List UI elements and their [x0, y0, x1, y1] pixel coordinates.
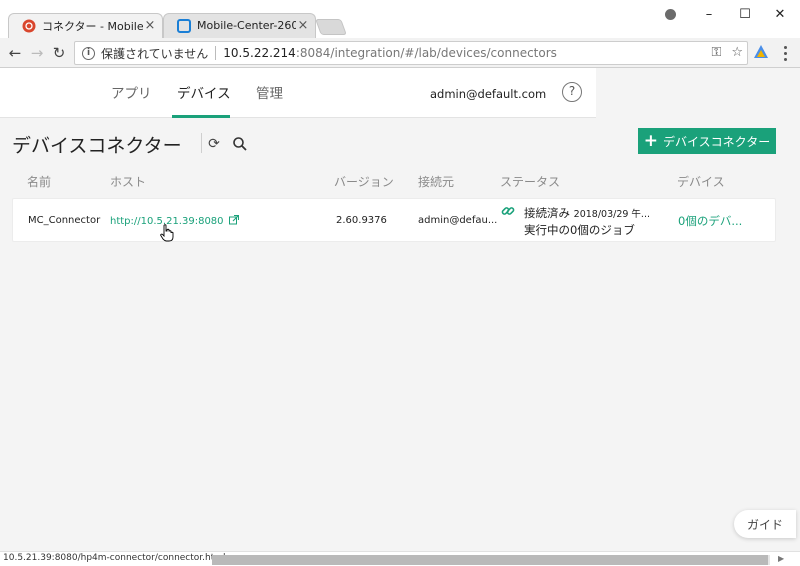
close-icon[interactable]: × — [143, 18, 157, 33]
link-chain-icon — [501, 207, 515, 215]
guide-button[interactable]: ガイド — [734, 510, 796, 538]
browser-toolbar: ← → ↻ i 保護されていません 10.5.22.214 :8084/inte… — [0, 38, 800, 68]
tab-apps[interactable]: アプリ — [111, 82, 152, 102]
key-icon[interactable]: ⚿ — [711, 45, 721, 60]
extension-triangle-icon[interactable] — [753, 44, 769, 60]
profile-button[interactable] — [655, 4, 685, 24]
tab-title: Mobile-Center-260 | App — [197, 19, 296, 32]
browser-tab-mobile-center[interactable]: コネクター - Mobile Center × — [8, 13, 163, 38]
star-icon[interactable]: ☆ — [731, 45, 743, 60]
help-icon[interactable]: ? — [562, 82, 582, 102]
add-device-connector-button[interactable]: + デバイスコネクター — [638, 128, 776, 154]
url-path[interactable]: :8084/integration/#/lab/devices/connecto… — [296, 46, 557, 60]
tab-title: コネクター - Mobile Center — [42, 19, 143, 33]
connector-version: 2.60.9376 — [336, 215, 387, 226]
browser-tab-strip: コネクター - Mobile Center × Mobile-Center-26… — [0, 0, 800, 38]
back-arrow-icon[interactable]: ← — [6, 44, 24, 62]
add-button-label: デバイスコネクター — [663, 134, 771, 149]
browser-status-bar: 10.5.21.39:8080/hp4m-connector/connector… — [0, 551, 800, 566]
connector-name: MC_Connector — [28, 215, 101, 226]
title-divider — [201, 133, 202, 153]
column-header-version[interactable]: バージョン — [334, 173, 394, 190]
search-icon[interactable] — [232, 136, 248, 152]
column-header-name[interactable]: 名前 — [27, 173, 51, 190]
status-label: 接続済み — [524, 206, 570, 220]
devices-link[interactable]: 0個のデバ... — [678, 213, 742, 229]
column-header-devices[interactable]: デバイス — [677, 173, 725, 190]
app-viewport: アプリ デバイス 管理 admin@default.com ? デバイスコネクタ… — [0, 68, 800, 551]
column-header-connected-from[interactable]: 接続元 — [418, 173, 454, 190]
profile-icon — [664, 8, 676, 20]
tab-devices[interactable]: デバイス — [177, 82, 231, 102]
new-tab-button[interactable] — [315, 19, 347, 35]
horizontal-scrollbar-thumb[interactable] — [212, 555, 768, 565]
column-header-host[interactable]: ホスト — [110, 173, 146, 190]
url-host[interactable]: 10.5.22.214 — [223, 46, 296, 60]
table-row[interactable]: MC_Connector http://10.5.21.39:8080 2.60… — [12, 198, 776, 242]
plus-icon: + — [643, 131, 659, 151]
status-connected: 接続済み 2018/03/29 午... — [524, 205, 650, 221]
browser-menu-icon[interactable] — [779, 44, 791, 62]
minimize-button[interactable]: – — [694, 4, 724, 24]
user-menu[interactable]: admin@default.com — [430, 87, 546, 101]
omnibox-divider — [215, 46, 217, 60]
app-square-icon — [177, 18, 191, 33]
connector-host-link[interactable]: http://10.5.21.39:8080 — [110, 214, 239, 227]
window-close-button[interactable]: ✕ — [765, 4, 795, 24]
status-jobs: 実行中の0個のジョブ — [524, 223, 635, 237]
refresh-icon[interactable]: ⟳ — [206, 136, 222, 152]
maximize-button[interactable]: ☐ — [730, 4, 760, 24]
address-bar[interactable]: i 保護されていません 10.5.22.214 :8084/integratio… — [74, 41, 748, 65]
page-title: デバイスコネクター — [12, 135, 182, 157]
status-url: 10.5.21.39:8080/hp4m-connector/connector… — [3, 553, 226, 563]
column-header-status[interactable]: ステータス — [500, 173, 560, 190]
browser-tab-app[interactable]: Mobile-Center-260 | App × — [163, 13, 316, 38]
close-icon[interactable]: × — [296, 18, 310, 33]
active-tab-indicator — [172, 115, 230, 118]
forward-arrow-icon[interactable]: → — [28, 44, 46, 62]
info-icon[interactable]: i — [82, 46, 95, 60]
security-label[interactable]: 保護されていません — [101, 45, 208, 62]
connected-from: admin@defau... — [418, 215, 498, 226]
scroll-right-arrow-icon[interactable]: ▶ — [778, 554, 784, 563]
hp-logo-icon — [22, 19, 36, 32]
external-link-icon[interactable] — [228, 214, 239, 225]
status-date: 2018/03/29 午... — [573, 209, 650, 220]
app-header: アプリ デバイス 管理 admin@default.com ? — [0, 68, 596, 118]
reload-icon[interactable]: ↻ — [50, 44, 68, 62]
hand-pointer-icon — [160, 224, 174, 242]
tab-admin[interactable]: 管理 — [256, 82, 283, 102]
